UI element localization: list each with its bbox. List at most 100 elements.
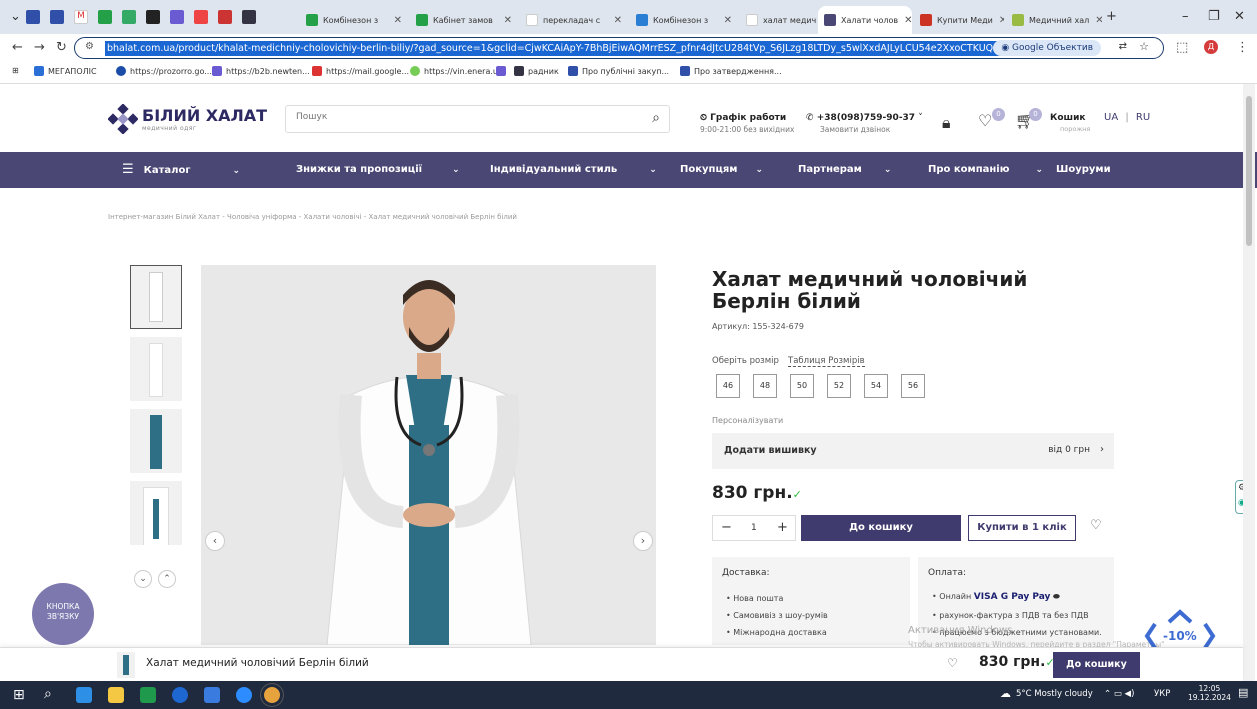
pinned-tab[interactable] [242,10,256,24]
tab[interactable]: Комбінезон з ✕ [630,6,738,34]
pinned-tab[interactable] [146,10,160,24]
tab-list-icon[interactable]: ⌄ [10,9,21,24]
app-icon[interactable] [172,687,188,703]
bookmark-star-icon[interactable]: ☆ [1139,40,1149,53]
decrease-button[interactable]: − [721,520,732,535]
size-option[interactable]: 48 [753,374,777,398]
product-thumbnail[interactable] [130,337,182,401]
pinned-tab[interactable] [98,10,112,24]
close-icon[interactable]: ✕ [993,15,1004,26]
bookmark-item[interactable]: МЕГАПОЛІС [34,66,97,76]
minimize-icon[interactable]: – [1182,9,1189,24]
size-option[interactable]: 56 [901,374,925,398]
tab[interactable]: халат медичн✕ [740,6,816,34]
close-icon[interactable]: ✕ [388,15,402,26]
tab[interactable]: Кабінет замов ✕ [410,6,518,34]
bookmark-item[interactable]: Про затвердження... [680,66,782,76]
menu-icon[interactable]: ⋮ [1236,40,1249,55]
account-lock-icon[interactable]: 🔒︎ [942,113,951,133]
edge-icon[interactable] [76,687,92,703]
sticky-add-to-cart-button[interactable]: До кошику [1053,652,1140,678]
close-icon[interactable]: ✕ [608,15,622,26]
size-option[interactable]: 50 [790,374,814,398]
thumbnail-down-button[interactable]: ⌄ [134,570,152,588]
bookmark-item[interactable]: Про публічні закуп... [568,66,669,76]
product-thumbnail[interactable] [130,265,182,329]
tab[interactable]: Купити Меди ✕ [914,6,1004,34]
google-lens-button[interactable]: ◉ Google Объектив [993,40,1101,56]
product-thumbnail[interactable] [130,409,182,473]
search-icon[interactable]: ⌕ [652,110,660,126]
tray-icons[interactable]: ⌃ ▭ ◀) [1104,689,1134,699]
quantity-value[interactable]: 1 [751,523,757,533]
phone-number[interactable]: +38(098)759-90-37 [817,113,915,123]
size-option[interactable]: 54 [864,374,888,398]
close-icon[interactable]: ✕ [498,15,512,26]
pinned-tab[interactable] [170,10,184,24]
contact-button[interactable]: КНОПКА ЗВ'ЯЗКУ [32,583,94,645]
cart-summary[interactable]: Кошик порожня [1050,110,1090,133]
increase-button[interactable]: + [777,520,788,535]
size-option[interactable]: 52 [827,374,851,398]
gallery-next-button[interactable]: › [633,531,653,551]
size-table-link[interactable]: Таблиця Розмірів [788,356,865,367]
pinned-tab[interactable] [50,10,64,24]
extensions-icon[interactable]: ⬚ [1176,40,1188,55]
gmail-pinned-tab[interactable]: M [74,10,88,24]
bookmark-item[interactable]: https://mail.google... [312,66,409,76]
buy-one-click-button[interactable]: Купити в 1 клік [968,515,1076,541]
notifications-icon[interactable]: ▤ [1238,686,1248,699]
close-icon[interactable]: ✕ [898,15,912,26]
pinned-tab[interactable] [194,10,208,24]
gallery-prev-button[interactable]: ‹ [205,531,225,551]
page-scrollbar[interactable] [1243,84,1255,684]
word-icon[interactable] [204,687,220,703]
tab-active[interactable]: Халати чолов ✕ [818,6,912,34]
close-icon[interactable]: ✕ [718,15,732,26]
file-explorer-icon[interactable] [108,687,124,703]
reload-icon[interactable]: ↻ [56,40,67,55]
translate-icon[interactable]: ⇄ [1119,41,1127,52]
size-option[interactable]: 46 [716,374,740,398]
discount-widget[interactable]: -10% [1143,608,1217,650]
zoom-icon[interactable] [236,687,252,703]
excel-icon[interactable] [140,687,156,703]
forward-icon[interactable]: → [34,40,45,55]
apps-icon[interactable]: ⊞ [12,66,19,75]
nav-discounts[interactable]: Знижки та пропозиції ⌄ [296,152,460,188]
chrome-icon[interactable] [264,687,280,703]
pinned-tab[interactable] [218,10,232,24]
restore-icon[interactable]: ❐ [1208,9,1220,24]
product-thumbnail[interactable] [130,481,182,545]
pinned-tab[interactable] [26,10,40,24]
input-language[interactable]: УКР [1154,689,1170,699]
pinned-tab[interactable] [122,10,136,24]
tab[interactable]: Медичний хал ✕ [1006,6,1102,34]
site-info-icon[interactable]: ⚙ [85,41,94,52]
close-icon[interactable]: ✕ [1089,15,1102,26]
breadcrumb[interactable]: Інтернет-магазин Білий Халат - Чоловіча … [108,213,517,221]
tab[interactable]: перекладач с ✕ [520,6,628,34]
tab[interactable]: Комбінезон з ✕ [300,6,408,34]
add-embroidery-row[interactable]: Додати вишивку від 0 грн › [712,433,1114,469]
bookmark-item[interactable] [496,66,510,76]
search-icon[interactable]: ⌕ [44,686,52,702]
lang-ru[interactable]: RU [1136,112,1150,123]
back-icon[interactable]: ← [12,40,23,55]
thumbnail-up-button[interactable]: ⌃ [158,570,176,588]
weather-text[interactable]: 5°C Mostly cloudy [1016,689,1093,699]
bookmark-item[interactable]: радник [514,66,559,76]
windows-start-icon[interactable]: ⊞ [13,687,25,703]
nav-about[interactable]: Про компанію ⌄ [928,152,1043,188]
new-tab-button[interactable]: + [1106,9,1117,24]
clock[interactable]: 12:05 19.12.2024 [1188,684,1231,702]
bookmark-item[interactable]: https://vin.enera.ua/ [410,66,506,76]
wishlist-heart-icon[interactable]: ♡ [947,656,958,670]
callback-link[interactable]: Замовити дзвінок [820,125,923,134]
url-field[interactable]: ⚙ bhalat.com.ua/product/khalat-medichniy… [74,37,1164,59]
nav-buyers[interactable]: Покупцям ⌄ [680,152,763,188]
profile-avatar[interactable]: Д [1204,40,1218,54]
wishlist-heart-icon[interactable]: ♡ [1090,518,1102,533]
search-input[interactable] [296,112,626,122]
nav-partners[interactable]: Партнерам ⌄ [798,152,891,188]
